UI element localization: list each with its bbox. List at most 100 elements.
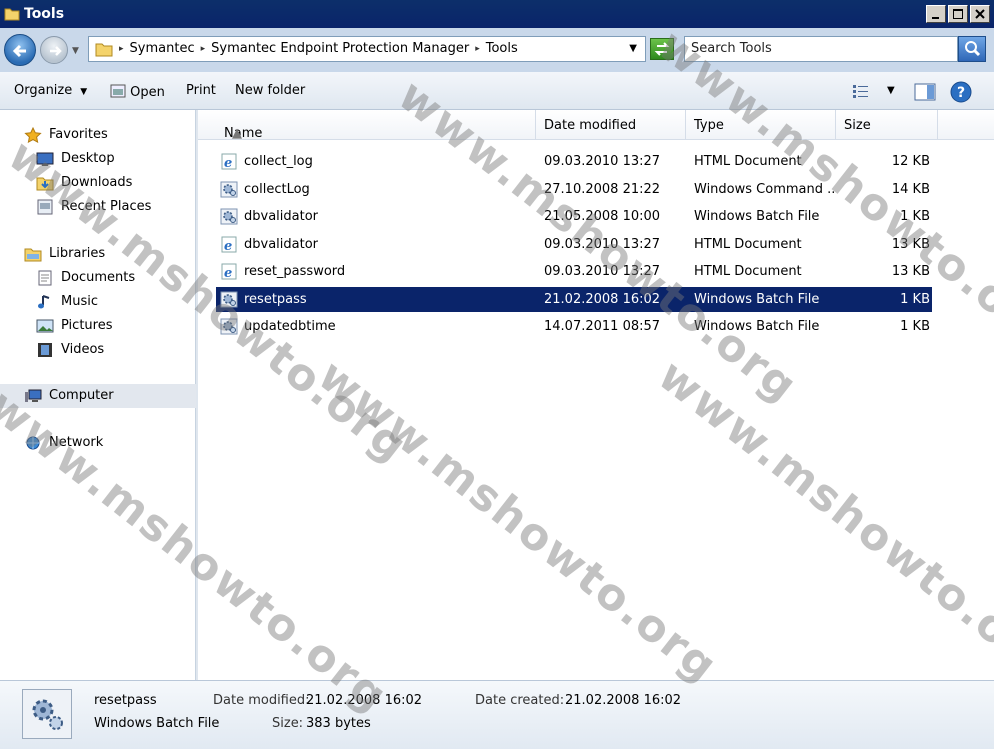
file-row[interactable]: e collect_log 09.03.2010 13:27 HTML Documen… — [216, 149, 932, 174]
chevron-down-icon: ▼ — [80, 87, 88, 97]
html-icon: e — [220, 236, 238, 254]
documents-icon — [38, 270, 52, 286]
file-size: 1 KB — [900, 319, 930, 334]
file-row[interactable]: e dbvalidator 09.03.2010 13:27 HTML Documen… — [216, 232, 932, 257]
column-header-name[interactable]: Name ▲ — [208, 110, 536, 141]
detail-modified-value: 21.02.2008 16:02 — [306, 693, 423, 708]
nav-favorites[interactable]: Favorites — [0, 124, 196, 146]
nav-label: Documents — [61, 270, 136, 285]
folder-icon — [4, 8, 20, 21]
nav-label: Computer — [49, 388, 114, 403]
file-size: 14 KB — [891, 181, 930, 197]
chevron-right-icon[interactable]: ▸ — [475, 44, 480, 54]
nav-label: Pictures — [61, 318, 113, 333]
file-type: HTML Document — [694, 154, 802, 169]
new-folder-button[interactable]: New folder — [235, 83, 305, 98]
chevron-right-icon[interactable]: ▸ — [119, 44, 124, 54]
file-size: 13 KB — [891, 236, 930, 252]
address-bar[interactable]: ▸ Symantec ▸ Symantec Endpoint Protectio… — [88, 36, 646, 62]
column-header-size[interactable]: Size — [836, 110, 938, 140]
breadcrumb-item[interactable]: Symantec Endpoint Protection Manager — [211, 41, 469, 56]
nav-downloads[interactable]: Downloads — [0, 172, 196, 194]
music-icon — [38, 295, 50, 309]
forward-button[interactable] — [40, 36, 68, 64]
detail-file-type: Windows Batch File — [94, 716, 220, 731]
organize-button[interactable]: Organize ▼ — [14, 83, 87, 98]
file-type: Windows Command ... — [694, 181, 834, 197]
column-header-type[interactable]: Type — [686, 110, 836, 140]
nav-documents[interactable]: Documents — [0, 267, 196, 289]
sort-up-icon: ▲ — [232, 126, 242, 141]
nav-network[interactable]: Network — [0, 432, 196, 454]
maximize-button[interactable] — [948, 5, 968, 23]
file-date: 27.10.2008 21:22 — [544, 181, 661, 197]
recent-places-icon — [37, 199, 53, 215]
nav-pictures[interactable]: Pictures — [0, 315, 196, 337]
close-button[interactable] — [970, 5, 990, 23]
file-name: dbvalidator — [244, 209, 319, 224]
detail-file-name: resetpass — [94, 693, 157, 708]
nav-label: Network — [49, 435, 104, 450]
nav-recent-places[interactable]: Recent Places — [0, 196, 196, 218]
file-date: 09.03.2010 13:27 — [544, 264, 661, 279]
file-row[interactable]: e reset_password 09.03.2010 13:27 HTML Docu… — [216, 259, 932, 284]
file-date: 21.02.2008 16:02 — [544, 291, 661, 307]
nav-label: Videos — [61, 342, 105, 357]
svg-text:e: e — [224, 239, 232, 253]
history-dropdown-icon[interactable]: ▼ — [72, 46, 79, 56]
svg-text:e: e — [224, 266, 232, 280]
forward-arrow-icon — [50, 46, 62, 56]
search-button[interactable] — [958, 36, 986, 62]
column-label: Name — [224, 126, 263, 141]
view-options-icon[interactable] — [852, 83, 872, 99]
file-row[interactable]: collectLog 27.10.2008 21:22 Windows Comman… — [216, 177, 932, 202]
chevron-right-icon[interactable]: ▸ — [201, 44, 206, 54]
file-row[interactable]: dbvalidator 21.05.2008 10:00 Windows Batch… — [216, 204, 932, 229]
pictures-icon — [36, 319, 54, 333]
breadcrumb-item[interactable]: Symantec — [130, 41, 195, 56]
preview-pane-icon[interactable] — [914, 82, 936, 102]
file-date: 09.03.2010 13:27 — [544, 236, 661, 252]
open-button[interactable]: Open — [110, 83, 165, 100]
network-icon — [26, 436, 40, 450]
file-size: 12 KB — [891, 154, 930, 169]
views-dropdown-icon[interactable]: ▼ — [887, 85, 895, 96]
open-label: Open — [130, 85, 165, 100]
search-icon — [965, 41, 981, 57]
command-bar: Organize ▼ Open Print New folder ▼ ? — [0, 72, 994, 110]
detail-created-label: Date created: — [475, 693, 565, 708]
batch-file-icon — [22, 689, 72, 739]
nav-music[interactable]: Music — [0, 291, 196, 313]
svg-text:?: ? — [957, 85, 965, 101]
breadcrumb-item[interactable]: Tools — [486, 41, 518, 56]
column-header-date[interactable]: Date modified — [536, 110, 686, 140]
nav-libraries[interactable]: Libraries — [0, 243, 196, 265]
gear-file-icon — [220, 181, 238, 198]
desktop-icon — [36, 152, 54, 166]
nav-desktop[interactable]: Desktop — [0, 148, 196, 170]
nav-label: Libraries — [49, 246, 106, 261]
back-button[interactable] — [4, 34, 36, 66]
refresh-button[interactable] — [650, 38, 674, 60]
nav-computer[interactable]: Computer — [0, 384, 196, 408]
file-size: 1 KB — [900, 291, 930, 307]
file-row[interactable]: updatedbtime 14.07.2011 08:57 Windows Batc… — [216, 314, 932, 339]
file-type: Windows Batch File — [694, 291, 820, 307]
file-type: HTML Document — [694, 264, 802, 279]
minimize-button[interactable] — [926, 5, 946, 23]
organize-label: Organize — [14, 83, 73, 98]
svg-text:e: e — [224, 156, 232, 170]
details-pane: resetpass Windows Batch File Date modifi… — [0, 680, 994, 749]
file-name: collectLog — [244, 181, 310, 197]
file-type: Windows Batch File — [694, 319, 820, 334]
nav-label: Recent Places — [61, 199, 152, 214]
detail-size-label: Size: — [272, 716, 304, 731]
print-button[interactable]: Print — [186, 83, 216, 98]
address-dropdown-icon[interactable]: ▼ — [629, 43, 637, 54]
nav-videos[interactable]: Videos — [0, 339, 196, 361]
help-icon[interactable]: ? — [950, 81, 972, 103]
nav-label: Downloads — [61, 175, 133, 190]
file-name: resetpass — [244, 291, 307, 307]
search-input[interactable]: Search Tools — [684, 36, 958, 62]
file-row[interactable]: resetpass 21.02.2008 16:02 Windows Batch F… — [216, 286, 932, 312]
